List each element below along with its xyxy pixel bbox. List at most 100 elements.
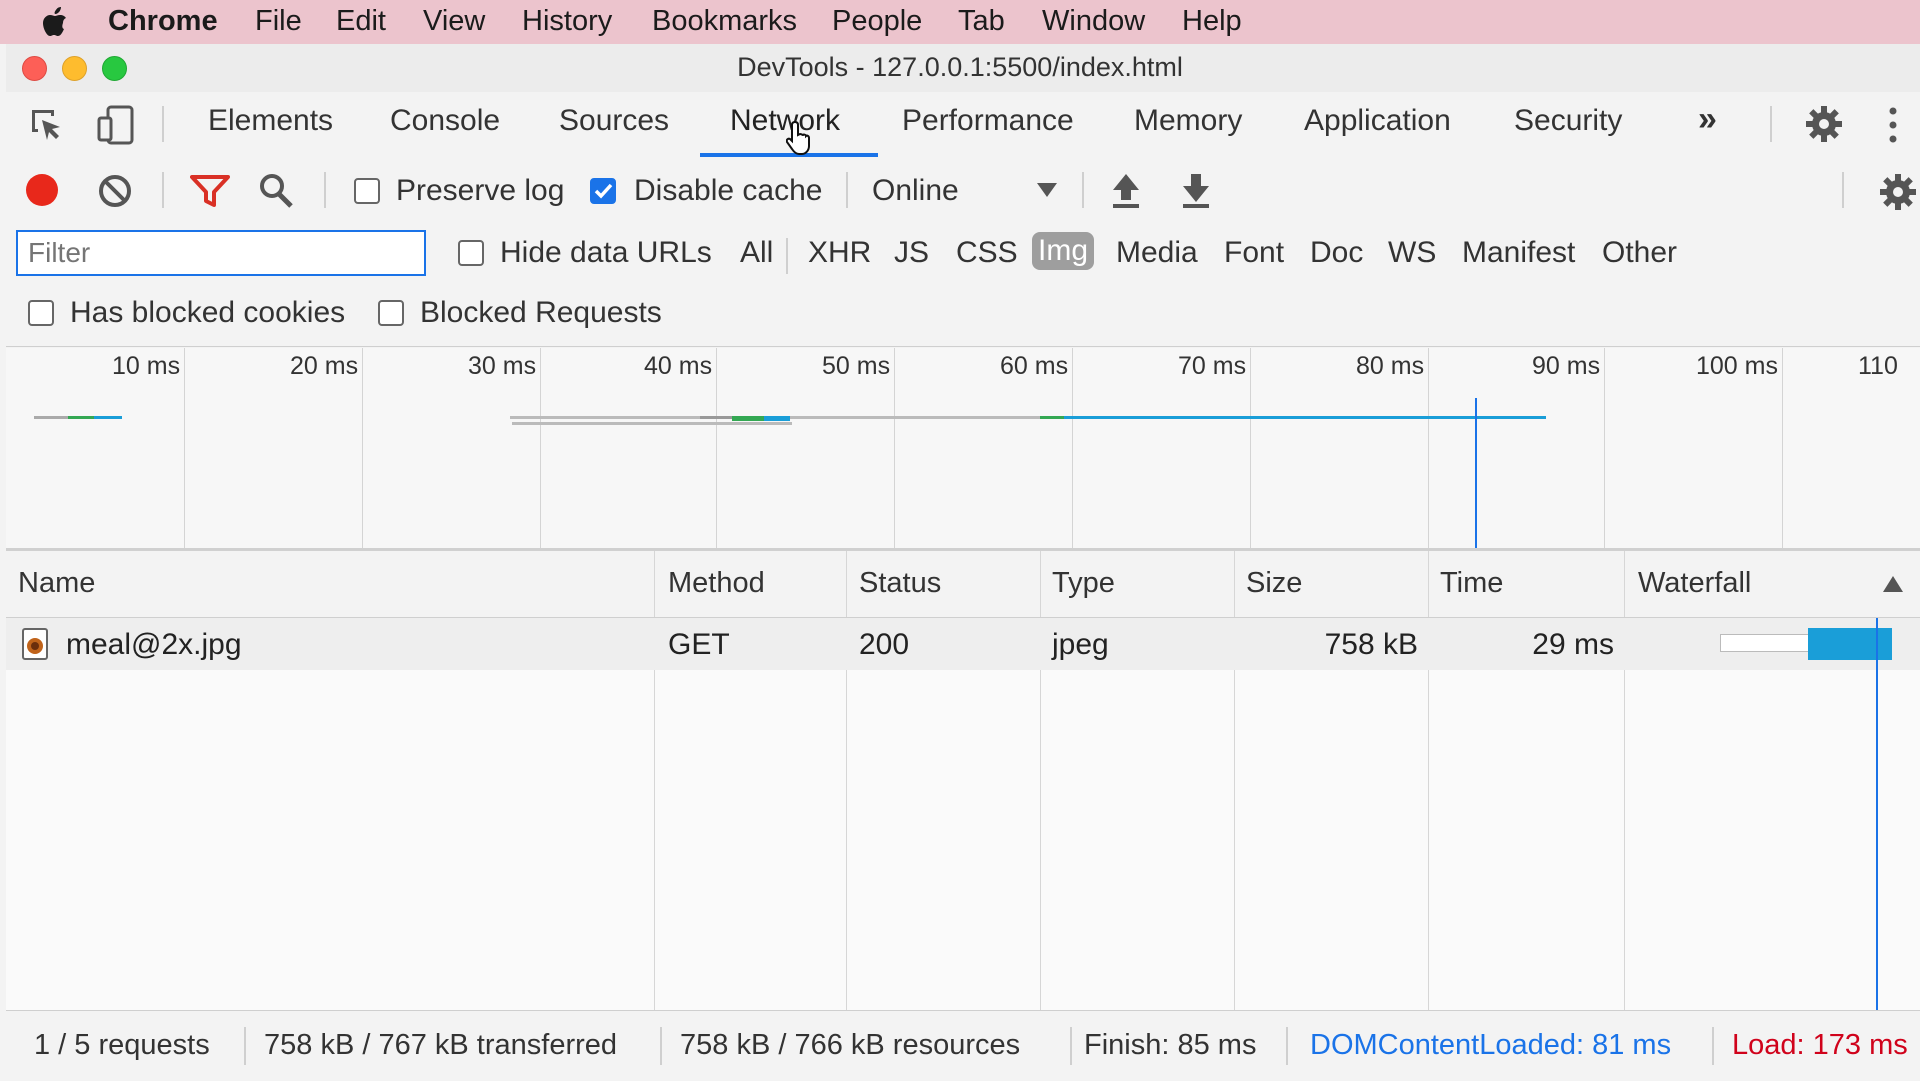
timeline-gridline — [1250, 348, 1251, 548]
separator — [162, 106, 164, 142]
settings-gear-icon[interactable] — [1804, 104, 1844, 144]
menu-history[interactable]: History — [522, 5, 612, 38]
timeline-gridline — [362, 348, 363, 548]
tab-memory[interactable]: Memory — [1134, 104, 1242, 138]
column-divider[interactable] — [1234, 551, 1235, 617]
column-header-waterfall[interactable]: Waterfall — [1638, 567, 1751, 600]
filter-input[interactable] — [16, 230, 426, 276]
column-divider[interactable] — [1428, 551, 1429, 617]
separator — [1082, 172, 1084, 208]
inspect-element-icon[interactable] — [28, 106, 68, 146]
timeline-gridline — [894, 348, 895, 548]
disable-cache-label: Disable cache — [634, 174, 823, 207]
image-file-icon — [22, 628, 48, 660]
type-filter-manifest[interactable]: Manifest — [1458, 236, 1579, 270]
menu-file[interactable]: File — [255, 5, 302, 38]
menu-bookmarks[interactable]: Bookmarks — [652, 5, 797, 38]
tab-sources[interactable]: Sources — [559, 104, 669, 138]
type-filter-js[interactable]: JS — [890, 236, 933, 270]
type-filter-media[interactable]: Media — [1112, 236, 1202, 270]
more-options-kebab-icon[interactable] — [1886, 106, 1900, 144]
tab-elements[interactable]: Elements — [208, 104, 333, 138]
throttling-select[interactable]: Online — [872, 168, 1068, 212]
request-name[interactable]: meal@2x.jpg — [66, 628, 242, 662]
waterfall-waiting-bar — [1720, 634, 1812, 652]
hide-data-urls-checkbox[interactable] — [458, 240, 484, 266]
preserve-log-checkbox[interactable] — [354, 178, 380, 204]
column-header-name[interactable]: Name — [18, 567, 95, 600]
tab-application[interactable]: Application — [1304, 104, 1451, 138]
apple-icon[interactable] — [42, 7, 68, 37]
timeline-gridline — [1072, 348, 1073, 548]
tab-console[interactable]: Console — [390, 104, 500, 138]
checkmark-icon — [594, 183, 613, 199]
waterfall-download-bar — [1808, 628, 1892, 660]
overview-request-bar — [1064, 416, 1546, 419]
filter-funnel-icon[interactable] — [190, 174, 230, 208]
menu-help[interactable]: Help — [1182, 5, 1242, 38]
overview-request-bar — [764, 416, 790, 421]
export-har-download-icon[interactable] — [1180, 172, 1212, 210]
type-filter-other[interactable]: Other — [1598, 236, 1681, 270]
clear-icon[interactable] — [98, 174, 132, 208]
separator — [244, 1027, 246, 1065]
disable-cache-checkbox[interactable] — [590, 178, 616, 204]
search-icon[interactable] — [258, 172, 294, 210]
column-divider[interactable] — [654, 551, 655, 617]
sort-ascending-icon[interactable] — [1882, 575, 1904, 593]
column-divider — [654, 618, 655, 1010]
tab-security[interactable]: Security — [1514, 104, 1622, 138]
menu-view[interactable]: View — [423, 5, 485, 38]
type-filter-all[interactable]: All — [736, 236, 777, 270]
blocked-requests-checkbox[interactable] — [378, 300, 404, 326]
type-filter-font[interactable]: Font — [1220, 236, 1288, 270]
table-row[interactable]: meal@2x.jpg GET 200 jpeg 758 kB 29 ms — [6, 618, 1920, 670]
overview-request-bar — [1040, 416, 1066, 419]
type-filter-doc[interactable]: Doc — [1306, 236, 1367, 270]
timeline-tick-label: 60 ms — [1000, 352, 1069, 380]
network-settings-gear-icon[interactable] — [1878, 172, 1918, 212]
more-tabs-icon[interactable]: » — [1698, 100, 1717, 139]
column-header-type[interactable]: Type — [1052, 567, 1115, 600]
timeline-tick-label: 110 — [1858, 352, 1898, 380]
menu-window[interactable]: Window — [1042, 5, 1145, 38]
timeline-gridline — [716, 348, 717, 548]
column-divider[interactable] — [1040, 551, 1041, 617]
column-divider — [1428, 618, 1429, 1010]
menu-tab[interactable]: Tab — [958, 5, 1005, 38]
import-har-upload-icon[interactable] — [1110, 172, 1142, 210]
has-blocked-cookies-checkbox[interactable] — [28, 300, 54, 326]
type-filter-xhr[interactable]: XHR — [804, 236, 875, 270]
overview-request-bar — [700, 416, 736, 419]
column-header-time[interactable]: Time — [1440, 567, 1503, 600]
column-header-method[interactable]: Method — [668, 567, 765, 600]
hand-cursor-icon — [786, 120, 810, 155]
overview-request-bar — [94, 416, 122, 419]
column-divider[interactable] — [1624, 551, 1625, 617]
hide-data-urls-label: Hide data URLs — [500, 236, 712, 269]
timeline-gridline — [1604, 348, 1605, 548]
menu-people[interactable]: People — [832, 5, 922, 38]
column-header-status[interactable]: Status — [859, 567, 941, 600]
column-divider[interactable] — [846, 551, 847, 617]
request-table-body: meal@2x.jpg GET 200 jpeg 758 kB 29 ms — [6, 618, 1920, 1010]
separator — [1712, 1027, 1714, 1065]
separator — [162, 172, 164, 208]
column-divider — [846, 618, 847, 1010]
record-button[interactable] — [26, 174, 58, 206]
timeline-gridline — [184, 348, 185, 548]
menu-edit[interactable]: Edit — [336, 5, 386, 38]
type-filter-img[interactable]: Img — [1032, 232, 1095, 270]
device-toolbar-icon[interactable] — [96, 104, 136, 146]
request-size: 758 kB — [1324, 628, 1418, 661]
type-filter-ws[interactable]: WS — [1384, 236, 1440, 270]
timeline-overview[interactable]: 10 ms 20 ms 30 ms 40 ms 50 ms 60 ms 70 m… — [6, 348, 1920, 551]
column-header-size[interactable]: Size — [1246, 567, 1302, 600]
menu-app-name[interactable]: Chrome — [108, 5, 218, 38]
column-divider — [1040, 618, 1041, 1010]
timeline-gridline — [540, 348, 541, 548]
separator — [846, 172, 848, 208]
tab-performance[interactable]: Performance — [902, 104, 1074, 138]
type-filter-css[interactable]: CSS — [952, 236, 1022, 270]
filter-bar: Hide data URLs All XHR JS CSS Img Media … — [6, 226, 1920, 347]
